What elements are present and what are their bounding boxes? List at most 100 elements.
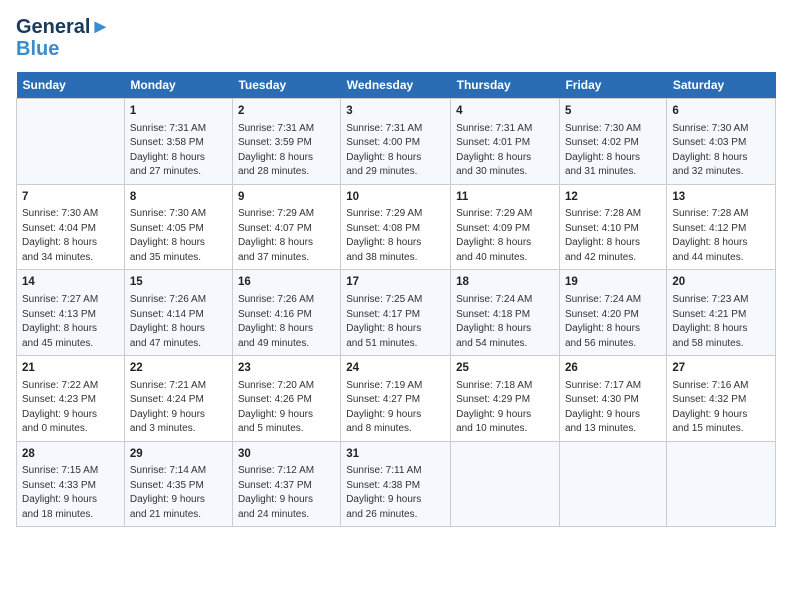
- cell-text: Sunrise: 7:25 AM Sunset: 4:17 PM Dayligh…: [346, 293, 445, 351]
- cell-text: Sunrise: 7:28 AM Sunset: 4:12 PM Dayligh…: [672, 207, 770, 265]
- calendar-cell: 21 Sunrise: 7:22 AM Sunset: 4:23 PM Dayli…: [17, 356, 125, 442]
- day-number: 28: [22, 446, 119, 463]
- page-header: General► Blue: [16, 16, 776, 60]
- day-number: 26: [565, 360, 661, 377]
- weekday-header-friday: Friday: [559, 72, 666, 99]
- calendar-cell: 23 Sunrise: 7:20 AM Sunset: 4:26 PM Dayli…: [232, 356, 340, 442]
- calendar-cell: 12Sunrise: 7:28 AM Sunset: 4:10 PM Dayli…: [559, 184, 666, 270]
- weekday-header-sunday: Sunday: [17, 72, 125, 99]
- calendar-cell: [451, 441, 560, 527]
- day-number: 17: [346, 274, 445, 291]
- cell-text: Sunrise: 7:30 AM Sunset: 4:02 PM Dayligh…: [565, 122, 661, 180]
- cell-text: Sunrise: 7:29 AM Sunset: 4:08 PM Dayligh…: [346, 207, 445, 265]
- day-number: 15: [130, 274, 227, 291]
- day-number: 20: [672, 274, 770, 291]
- cell-text: Sunrise: 7:14 AM Sunset: 4:35 PM Dayligh…: [130, 464, 227, 522]
- cell-text: Sunrise: 7:15 AM Sunset: 4:33 PM Dayligh…: [22, 464, 119, 522]
- cell-text: Sunrise: 7:16 AM Sunset: 4:32 PM Dayligh…: [672, 379, 770, 437]
- calendar-row: 1 Sunrise: 7:31 AM Sunset: 3:58 PM Daylig…: [17, 99, 776, 185]
- calendar-cell: 9Sunrise: 7:29 AM Sunset: 4:07 PM Daylig…: [232, 184, 340, 270]
- calendar-cell: [559, 441, 666, 527]
- calendar-cell: 18 Sunrise: 7:24 AM Sunset: 4:18 PM Dayli…: [451, 270, 560, 356]
- calendar-row: 21 Sunrise: 7:22 AM Sunset: 4:23 PM Dayli…: [17, 356, 776, 442]
- cell-text: Sunrise: 7:12 AM Sunset: 4:37 PM Dayligh…: [238, 464, 335, 522]
- day-number: 27: [672, 360, 770, 377]
- cell-text: Sunrise: 7:30 AM Sunset: 4:04 PM Dayligh…: [22, 207, 119, 265]
- cell-text: Sunrise: 7:11 AM Sunset: 4:38 PM Dayligh…: [346, 464, 445, 522]
- logo: General► Blue: [16, 16, 110, 60]
- calendar-cell: 10Sunrise: 7:29 AM Sunset: 4:08 PM Dayli…: [341, 184, 451, 270]
- calendar-cell: 20Sunrise: 7:23 AM Sunset: 4:21 PM Dayli…: [667, 270, 776, 356]
- calendar-table: SundayMondayTuesdayWednesdayThursdayFrid…: [16, 72, 776, 527]
- calendar-row: 14 Sunrise: 7:27 AM Sunset: 4:13 PM Dayli…: [17, 270, 776, 356]
- cell-text: Sunrise: 7:30 AM Sunset: 4:05 PM Dayligh…: [130, 207, 227, 265]
- day-number: 4: [456, 103, 554, 120]
- day-number: 18: [456, 274, 554, 291]
- calendar-cell: 24 Sunrise: 7:19 AM Sunset: 4:27 PM Dayli…: [341, 356, 451, 442]
- calendar-cell: 27 Sunrise: 7:16 AM Sunset: 4:32 PM Dayli…: [667, 356, 776, 442]
- calendar-cell: 25 Sunrise: 7:18 AM Sunset: 4:29 PM Dayli…: [451, 356, 560, 442]
- cell-text: Sunrise: 7:29 AM Sunset: 4:09 PM Dayligh…: [456, 207, 554, 265]
- day-number: 1: [130, 103, 227, 120]
- cell-text: Sunrise: 7:22 AM Sunset: 4:23 PM Dayligh…: [22, 379, 119, 437]
- day-number: 8: [130, 189, 227, 206]
- cell-text: Sunrise: 7:31 AM Sunset: 4:00 PM Dayligh…: [346, 122, 445, 180]
- day-number: 25: [456, 360, 554, 377]
- cell-text: Sunrise: 7:31 AM Sunset: 4:01 PM Dayligh…: [456, 122, 554, 180]
- cell-text: Sunrise: 7:30 AM Sunset: 4:03 PM Dayligh…: [672, 122, 770, 180]
- calendar-body: 1 Sunrise: 7:31 AM Sunset: 3:58 PM Daylig…: [17, 99, 776, 527]
- cell-text: Sunrise: 7:24 AM Sunset: 4:18 PM Dayligh…: [456, 293, 554, 351]
- cell-text: Sunrise: 7:18 AM Sunset: 4:29 PM Dayligh…: [456, 379, 554, 437]
- day-number: 21: [22, 360, 119, 377]
- day-number: 30: [238, 446, 335, 463]
- day-number: 19: [565, 274, 661, 291]
- logo-line2: Blue: [16, 38, 110, 60]
- calendar-cell: 19 Sunrise: 7:24 AM Sunset: 4:20 PM Dayli…: [559, 270, 666, 356]
- calendar-cell: 13Sunrise: 7:28 AM Sunset: 4:12 PM Dayli…: [667, 184, 776, 270]
- day-number: 12: [565, 189, 661, 206]
- cell-text: Sunrise: 7:20 AM Sunset: 4:26 PM Dayligh…: [238, 379, 335, 437]
- day-number: 9: [238, 189, 335, 206]
- calendar-cell: 14 Sunrise: 7:27 AM Sunset: 4:13 PM Dayli…: [17, 270, 125, 356]
- cell-text: Sunrise: 7:19 AM Sunset: 4:27 PM Dayligh…: [346, 379, 445, 437]
- weekday-header-row: SundayMondayTuesdayWednesdayThursdayFrid…: [17, 72, 776, 99]
- calendar-cell: 1 Sunrise: 7:31 AM Sunset: 3:58 PM Daylig…: [124, 99, 232, 185]
- day-number: 29: [130, 446, 227, 463]
- day-number: 22: [130, 360, 227, 377]
- calendar-row: 28Sunrise: 7:15 AM Sunset: 4:33 PM Dayli…: [17, 441, 776, 527]
- day-number: 10: [346, 189, 445, 206]
- calendar-cell: 30Sunrise: 7:12 AM Sunset: 4:37 PM Dayli…: [232, 441, 340, 527]
- cell-text: Sunrise: 7:24 AM Sunset: 4:20 PM Dayligh…: [565, 293, 661, 351]
- calendar-cell: 31Sunrise: 7:11 AM Sunset: 4:38 PM Dayli…: [341, 441, 451, 527]
- calendar-cell: 6Sunrise: 7:30 AM Sunset: 4:03 PM Daylig…: [667, 99, 776, 185]
- day-number: 23: [238, 360, 335, 377]
- weekday-header-saturday: Saturday: [667, 72, 776, 99]
- calendar-cell: 26 Sunrise: 7:17 AM Sunset: 4:30 PM Dayli…: [559, 356, 666, 442]
- day-number: 24: [346, 360, 445, 377]
- day-number: 13: [672, 189, 770, 206]
- calendar-cell: 28Sunrise: 7:15 AM Sunset: 4:33 PM Dayli…: [17, 441, 125, 527]
- weekday-header-wednesday: Wednesday: [341, 72, 451, 99]
- day-number: 14: [22, 274, 119, 291]
- weekday-header-tuesday: Tuesday: [232, 72, 340, 99]
- calendar-cell: 7Sunrise: 7:30 AM Sunset: 4:04 PM Daylig…: [17, 184, 125, 270]
- day-number: 2: [238, 103, 335, 120]
- cell-text: Sunrise: 7:26 AM Sunset: 4:14 PM Dayligh…: [130, 293, 227, 351]
- cell-text: Sunrise: 7:17 AM Sunset: 4:30 PM Dayligh…: [565, 379, 661, 437]
- day-number: 3: [346, 103, 445, 120]
- calendar-row: 7Sunrise: 7:30 AM Sunset: 4:04 PM Daylig…: [17, 184, 776, 270]
- calendar-cell: 3 Sunrise: 7:31 AM Sunset: 4:00 PM Daylig…: [341, 99, 451, 185]
- calendar-cell: 2Sunrise: 7:31 AM Sunset: 3:59 PM Daylig…: [232, 99, 340, 185]
- calendar-cell: 29Sunrise: 7:14 AM Sunset: 4:35 PM Dayli…: [124, 441, 232, 527]
- weekday-header-monday: Monday: [124, 72, 232, 99]
- day-number: 7: [22, 189, 119, 206]
- logo-line1: General►: [16, 16, 110, 38]
- cell-text: Sunrise: 7:27 AM Sunset: 4:13 PM Dayligh…: [22, 293, 119, 351]
- cell-text: Sunrise: 7:21 AM Sunset: 4:24 PM Dayligh…: [130, 379, 227, 437]
- calendar-cell: 15 Sunrise: 7:26 AM Sunset: 4:14 PM Dayli…: [124, 270, 232, 356]
- cell-text: Sunrise: 7:31 AM Sunset: 3:58 PM Dayligh…: [130, 122, 227, 180]
- calendar-cell: 17 Sunrise: 7:25 AM Sunset: 4:17 PM Dayli…: [341, 270, 451, 356]
- day-number: 31: [346, 446, 445, 463]
- day-number: 5: [565, 103, 661, 120]
- cell-text: Sunrise: 7:29 AM Sunset: 4:07 PM Dayligh…: [238, 207, 335, 265]
